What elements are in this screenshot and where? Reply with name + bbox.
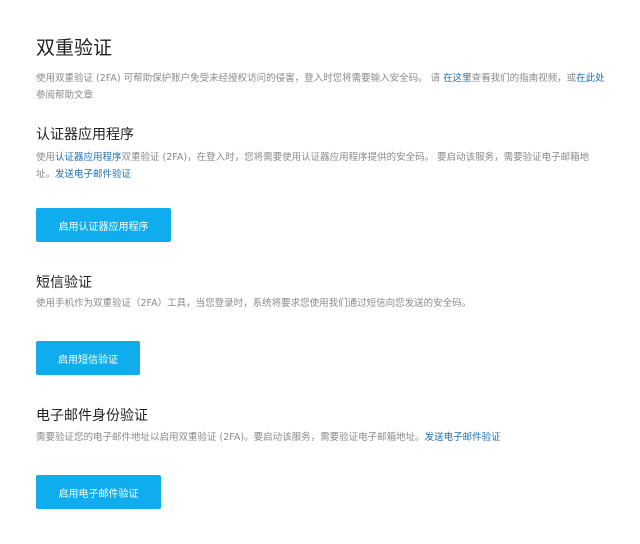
- guide-video-link[interactable]: 在这里: [443, 73, 472, 84]
- email-description: 需要验证您的电子邮件地址以启用双重验证 (2FA)。要启动该服务，需要验证电子邮…: [36, 429, 606, 446]
- enable-email-button[interactable]: 启用电子邮件验证: [36, 475, 161, 509]
- authenticator-app-link[interactable]: 认证器应用程序: [55, 152, 122, 163]
- intro-text-part: 参阅帮助文章: [36, 90, 94, 101]
- email-heading: 电子邮件身份验证: [36, 408, 148, 424]
- description-part: 需要验证您的电子邮件地址以启用双重验证 (2FA)。要启动该服务，需要验证电子邮…: [36, 432, 425, 443]
- help-article-link[interactable]: 在此处: [576, 73, 605, 84]
- enable-authenticator-button[interactable]: 启用认证器应用程序: [36, 208, 171, 242]
- intro-text-part: 查看我们的指南视频，或: [471, 73, 577, 84]
- sms-heading: 短信验证: [36, 275, 92, 291]
- intro-text-part: 使用双重验证 (2FA) 可帮助保护账户免受未经授权访问的侵害，登入时您将需要输…: [36, 73, 444, 84]
- description-part: 使用: [36, 152, 56, 163]
- sms-description: 使用手机作为双重验证（2FA）工具，当您登录时，系统将要求您使用我们通过短信向您…: [36, 298, 472, 309]
- send-email-verification-link[interactable]: 发送电子邮件验证: [55, 169, 131, 180]
- authenticator-description: 使用认证器应用程序双重验证 (2FA)，在登入时，您将需要使用认证器应用程序提供…: [36, 149, 606, 183]
- send-email-verification-link[interactable]: 发送电子邮件验证: [425, 432, 501, 443]
- intro-text: 使用双重验证 (2FA) 可帮助保护账户免受未经授权访问的侵害，登入时您将需要输…: [36, 70, 606, 104]
- page-title: 双重验证: [36, 37, 113, 59]
- enable-sms-button[interactable]: 启用短信验证: [36, 341, 140, 375]
- authenticator-heading: 认证器应用程序: [36, 127, 134, 143]
